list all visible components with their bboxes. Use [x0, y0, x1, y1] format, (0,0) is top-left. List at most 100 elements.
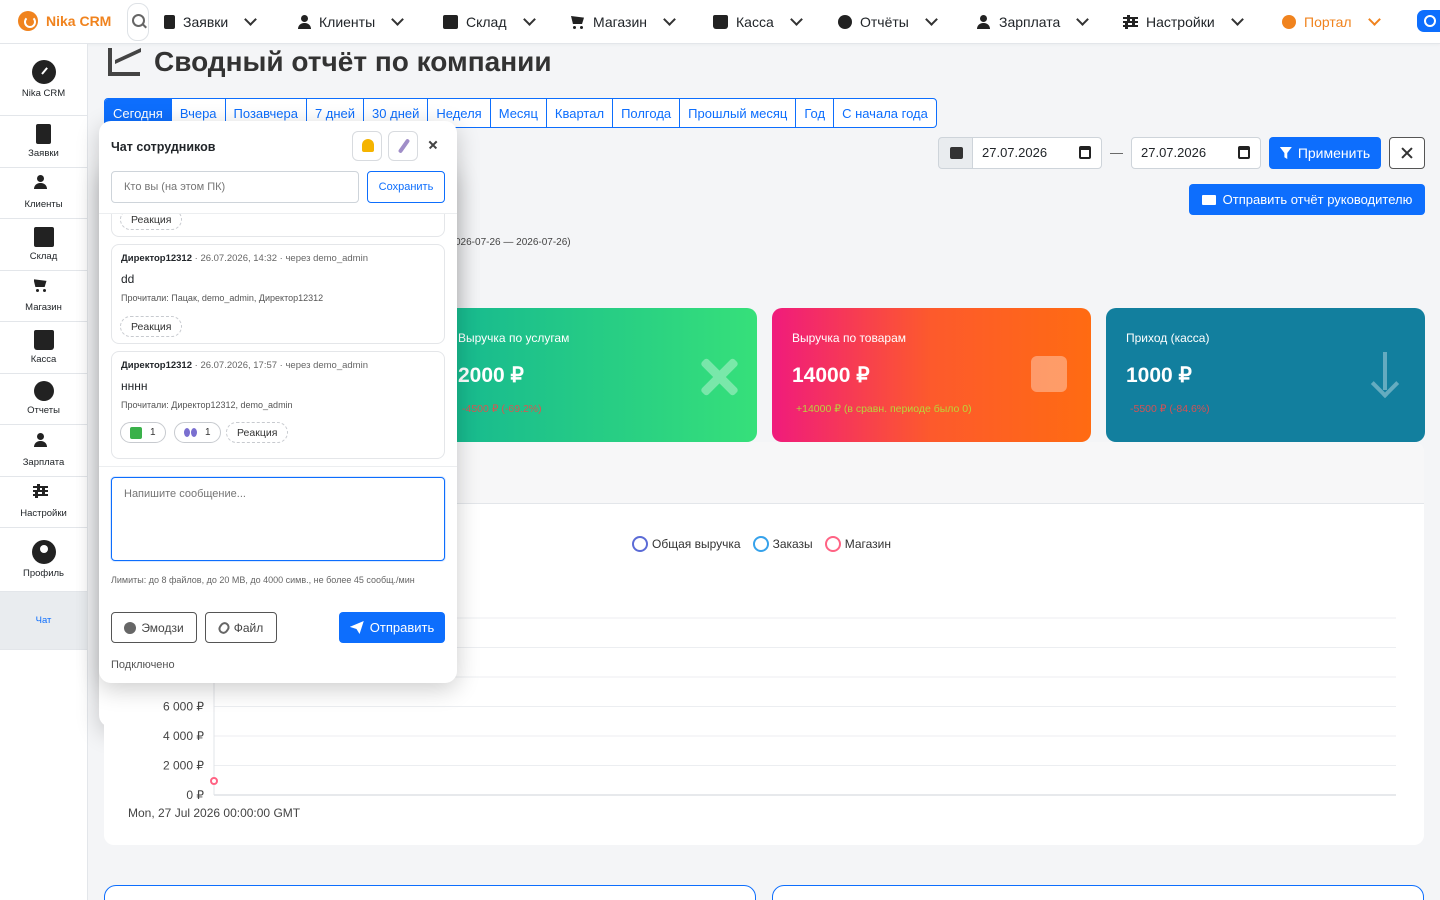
user-tie-icon — [33, 432, 55, 453]
line-chart-icon — [108, 48, 140, 76]
nav-cashbox[interactable]: Касса — [713, 0, 803, 44]
chat-messages[interactable]: Реакция Директор12312 · 26.07.2026, 14:3… — [99, 213, 457, 467]
emoji-label: Эмодзи — [141, 620, 184, 635]
reaction-button[interactable]: Реакция — [120, 214, 183, 230]
nav-shop[interactable]: Магазин — [570, 0, 676, 44]
nav-salary[interactable]: Зарплата — [976, 0, 1090, 44]
nav-requests[interactable]: Заявки — [164, 0, 258, 44]
cart-icon — [33, 278, 55, 298]
reaction-button[interactable]: Реакция — [120, 316, 183, 337]
sidebar-item-cashbox[interactable]: Касса — [0, 322, 87, 374]
boxes-icon — [443, 15, 458, 29]
y-tick-label: 2 000 ₽ — [163, 759, 204, 773]
reaction-button[interactable]: Реакция — [226, 422, 289, 443]
file-label: Файл — [233, 620, 264, 635]
chevron-down-icon — [244, 13, 258, 26]
boxes-icon — [33, 226, 54, 247]
sidebar-item-label: Зарплата — [22, 456, 65, 468]
period-quarter[interactable]: Квартал — [547, 99, 614, 127]
gear-icon[interactable] — [1417, 10, 1440, 32]
period-last-month[interactable]: Прошлый месяц — [680, 99, 797, 127]
bottom-card-right — [772, 885, 1424, 900]
y-tick-label: 6 000 ₽ — [163, 700, 204, 714]
sidebar-item-label: Настройки — [20, 508, 67, 520]
sidebar-item-salary[interactable]: Зарплата — [0, 425, 87, 477]
attach-file-button[interactable]: Файл — [205, 612, 277, 643]
save-name-button[interactable]: Сохранить — [367, 171, 445, 203]
chat-title: Чат сотрудников — [111, 140, 216, 154]
message-read-by: Прочитали: Директор12312, demo_admin — [121, 400, 293, 410]
page-title: Сводный отчёт по компании — [108, 46, 552, 78]
shopping-bag-icon — [1031, 356, 1067, 392]
search-button[interactable] — [127, 3, 149, 41]
user-tie-icon — [976, 15, 991, 29]
period-half-year[interactable]: Полгода — [613, 99, 681, 127]
page-title-text: Сводный отчёт по компании — [154, 46, 552, 77]
send-report-button[interactable]: Отправить отчёт руководителю — [1189, 184, 1425, 215]
message-header: Директор12312 · 26.07.2026, 14:32 · чере… — [121, 253, 368, 264]
nav-settings[interactable]: Настройки — [1123, 0, 1244, 44]
y-tick-label: 4 000 ₽ — [163, 729, 204, 743]
reaction-count: 1 — [150, 427, 156, 438]
smile-icon — [124, 621, 137, 634]
send-message-button[interactable]: Отправить — [339, 612, 445, 643]
sidebar-item-shop[interactable]: Магазин — [0, 271, 87, 322]
nav-label: Портал — [1304, 14, 1352, 30]
period-ytd[interactable]: С начала года — [834, 99, 936, 127]
chevron-down-icon — [663, 13, 676, 26]
sidebar-item-chat[interactable]: Чат — [0, 165, 457, 727]
close-icon[interactable] — [426, 137, 442, 153]
brand-logo[interactable]: Nika CRM — [18, 11, 111, 31]
connection-status: Подключено — [111, 659, 175, 671]
nav-label: Клиенты — [319, 14, 376, 30]
bell-icon[interactable] — [352, 131, 382, 161]
nav-portal[interactable]: Портал — [1282, 0, 1381, 44]
card-goods-revenue: Выручка по товарам 14000 ₽ +14000 ₽ (в с… — [772, 308, 1091, 442]
top-navbar: Nika CRM Заявки Клиенты Склад Магазин Ка… — [0, 0, 1440, 44]
period-month[interactable]: Месяц — [491, 99, 547, 127]
sidebar-item-requests[interactable]: Заявки — [0, 116, 87, 168]
message-input[interactable] — [111, 477, 445, 561]
date-to-input[interactable]: 27.07.2026 — [1131, 137, 1261, 169]
avatar-icon — [31, 540, 56, 564]
users-icon — [296, 15, 311, 29]
data-point-Магазин — [210, 777, 218, 785]
who-are-you-input[interactable] — [111, 171, 359, 203]
reset-filter-button[interactable] — [1389, 137, 1425, 169]
apply-button[interactable]: Применить — [1269, 137, 1381, 169]
date-separator: — — [1110, 145, 1123, 160]
chevron-down-icon — [1230, 13, 1244, 26]
sidebar-item-dashboard[interactable]: Nika CRM — [0, 44, 87, 116]
sidebar-item-label: Клиенты — [24, 199, 63, 211]
sidebar-item-label: Склад — [29, 250, 58, 262]
emoji-button[interactable]: Эмодзи — [111, 612, 197, 643]
calendar-icon[interactable] — [1079, 146, 1091, 159]
sidebar-item-label: Заявки — [28, 147, 59, 159]
bottom-card-left — [104, 885, 756, 900]
message-text: dd — [121, 272, 135, 286]
message-header: Директор12312 · 26.07.2026, 17:57 · чере… — [121, 360, 368, 371]
nav-label: Зарплата — [999, 14, 1061, 30]
reaction-check-badge[interactable]: 1 — [120, 422, 166, 443]
chat-message: Реакция — [111, 214, 445, 237]
card-title: Выручка по услугам — [458, 331, 570, 345]
date-from-input[interactable]: 27.07.2026 — [972, 137, 1102, 169]
upload-limits-note: Лимиты: до 8 файлов, до 20 MB, до 4000 с… — [111, 575, 415, 585]
nav-reports[interactable]: Отчёты — [838, 0, 938, 44]
reaction-eyes-badge[interactable]: 1 — [174, 422, 221, 443]
sidebar: Nika CRM Заявки Клиенты Склад Магазин Ка… — [0, 44, 457, 900]
sidebar-item-settings[interactable]: Настройки — [0, 477, 87, 528]
nav-clients[interactable]: Клиенты — [296, 0, 405, 44]
sidebar-item-warehouse[interactable]: Склад — [0, 219, 87, 271]
clear-brush-icon[interactable] — [388, 131, 418, 161]
sidebar-item-clients[interactable]: Клиенты — [0, 168, 87, 219]
reaction-count: 1 — [205, 427, 211, 438]
card-delta: -5500 ₽ (-84.6%) — [1130, 403, 1210, 415]
period-year[interactable]: Год — [796, 99, 835, 127]
nav-warehouse[interactable]: Склад — [443, 0, 536, 44]
calendar-icon[interactable] — [1238, 146, 1250, 159]
sidebar-item-reports[interactable]: Отчеты — [0, 374, 87, 425]
eyes-icon — [184, 428, 197, 437]
chevron-down-icon — [1076, 13, 1090, 26]
sidebar-item-profile[interactable]: Профиль — [0, 528, 87, 592]
